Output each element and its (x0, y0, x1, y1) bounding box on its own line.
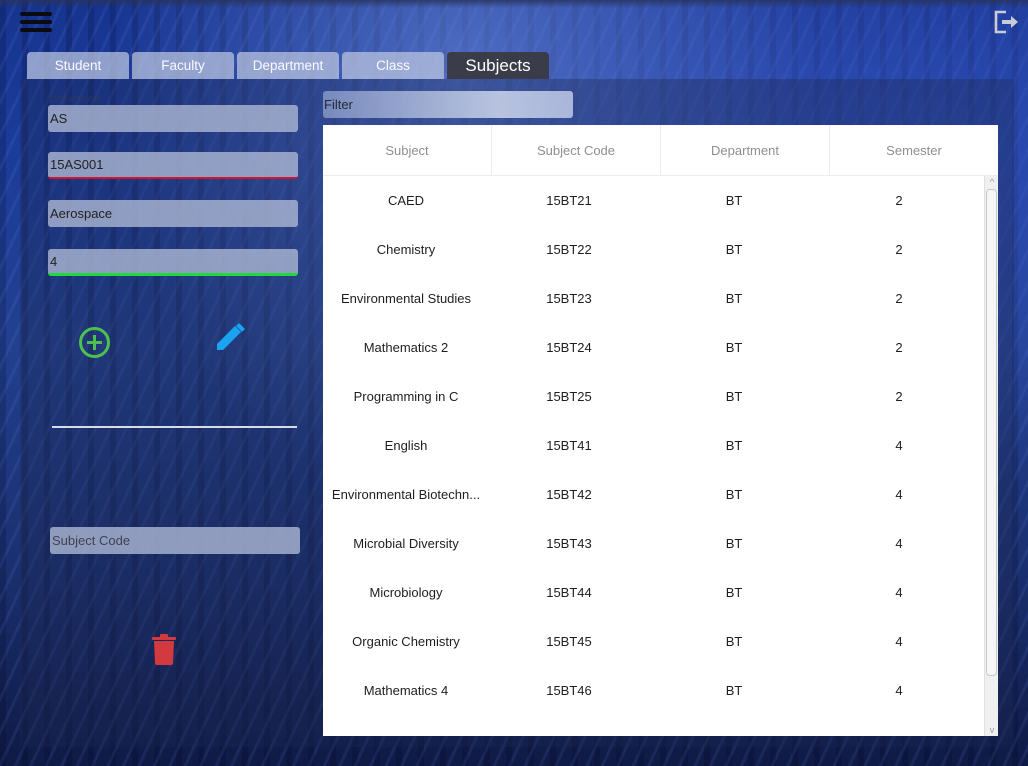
cell-code: 15BT42 (546, 487, 592, 502)
hamburger-menu-icon[interactable] (20, 12, 52, 34)
table-row[interactable]: CAED 15BT21 BT 2 (323, 176, 983, 225)
subject-code-field[interactable] (48, 152, 298, 179)
cell-subject: Mathematics 2 (363, 340, 449, 355)
table-row[interactable]: Microbial Diversity 15BT43 BT 4 (323, 519, 983, 568)
pencil-icon[interactable] (215, 322, 247, 357)
column-header-subject-code[interactable]: Subject Code (492, 125, 661, 175)
tab-faculty[interactable]: Faculty (132, 52, 234, 79)
cell-subject: Chemistry (376, 242, 436, 257)
cell-code: 15BT43 (546, 536, 592, 551)
department-field[interactable] (48, 105, 298, 132)
tab-bar: Student Faculty Department Class Subject… (27, 52, 552, 79)
form-divider (52, 426, 297, 428)
column-header-semester[interactable]: Semester (830, 125, 998, 175)
table-header: Subject Subject Code Department Semester (323, 125, 998, 176)
cell-semester: 2 (895, 242, 903, 257)
table-scrollbar[interactable]: ^ v (984, 176, 998, 736)
semester-field[interactable] (48, 249, 298, 276)
cell-semester: 4 (895, 585, 903, 600)
table-row[interactable]: Environmental Biotechn... 15BT42 BT 4 (323, 470, 983, 519)
subject-name-input[interactable] (50, 206, 298, 221)
cell-subject: Programming in C (353, 389, 459, 404)
table-row-partial (323, 715, 983, 736)
table-row[interactable]: English 15BT41 BT 4 (323, 421, 983, 470)
cell-department: BT (725, 389, 743, 404)
add-circle-icon[interactable] (78, 326, 111, 364)
column-header-subject[interactable]: Subject (323, 125, 492, 175)
scrollbar-thumb[interactable] (986, 189, 997, 676)
cell-code: 15BT44 (546, 585, 592, 600)
cell-code: 15BT41 (546, 438, 592, 453)
cell-code: 15BT25 (546, 389, 592, 404)
cell-semester: 2 (895, 193, 903, 208)
cell-department: BT (725, 585, 743, 600)
cell-code: 15BT45 (546, 634, 592, 649)
scroll-down-arrow-icon[interactable]: v (985, 724, 998, 736)
cell-semester: 2 (895, 291, 903, 306)
cell-semester: 4 (895, 487, 903, 502)
window-top-edge (0, 0, 1028, 8)
menu-bar (20, 20, 52, 24)
cell-department: BT (725, 291, 743, 306)
tab-subjects[interactable]: Subjects (447, 52, 549, 79)
table-row[interactable]: Chemistry 15BT22 BT 2 (323, 225, 983, 274)
trash-icon[interactable] (152, 634, 178, 671)
cell-subject: Environmental Studies (340, 291, 472, 306)
cell-code: 15BT21 (546, 193, 592, 208)
cell-subject: English (384, 438, 428, 453)
cell-department: BT (725, 634, 743, 649)
menu-bar (20, 12, 52, 16)
subjects-table: Subject Subject Code Department Semester… (323, 125, 998, 736)
menu-bar (20, 28, 52, 32)
cell-subject: Mathematics 4 (363, 683, 449, 698)
department-field-label: Department (49, 94, 102, 105)
cell-department: BT (725, 683, 743, 698)
table-row[interactable]: Environmental Studies 15BT23 BT 2 (323, 274, 983, 323)
table-row[interactable]: Organic Chemistry 15BT45 BT 4 (323, 617, 983, 666)
cell-code: 15BT23 (546, 291, 592, 306)
table-row[interactable]: Programming in C 15BT25 BT 2 (323, 372, 983, 421)
cell-subject: Environmental Biotechn... (331, 487, 481, 502)
cell-code: 15BT22 (546, 242, 592, 257)
filter-input[interactable] (324, 97, 573, 112)
scroll-up-arrow-icon[interactable]: ^ (985, 176, 998, 188)
table-row[interactable]: Mathematics 4 15BT46 BT 4 (323, 666, 983, 715)
tab-student[interactable]: Student (27, 52, 129, 79)
cell-semester: 2 (895, 340, 903, 355)
cell-department: BT (725, 340, 743, 355)
cell-subject: Organic Chemistry (352, 634, 460, 649)
delete-subject-code-input[interactable] (52, 533, 300, 548)
table-row[interactable]: Microbiology 15BT44 BT 4 (323, 568, 983, 617)
filter-field[interactable] (323, 91, 573, 118)
table-body: CAED 15BT21 BT 2 Chemistry 15BT22 BT 2 Environme… (323, 176, 983, 736)
column-header-department[interactable]: Department (661, 125, 830, 175)
cell-subject: Microbiology (369, 585, 443, 600)
subject-code-input[interactable] (50, 157, 298, 172)
delete-subject-code-field[interactable] (50, 527, 300, 554)
cell-department: BT (725, 536, 743, 551)
logout-icon[interactable] (992, 8, 1022, 36)
cell-semester: 4 (895, 438, 903, 453)
tab-department[interactable]: Department (237, 52, 339, 79)
cell-semester: 2 (895, 389, 903, 404)
cell-semester: 4 (895, 634, 903, 649)
cell-semester: 4 (895, 683, 903, 698)
semester-input[interactable] (50, 253, 298, 269)
cell-subject: CAED (387, 193, 425, 208)
cell-subject: Microbial Diversity (353, 536, 459, 551)
department-input[interactable] (50, 111, 298, 126)
tab-class[interactable]: Class (342, 52, 444, 79)
cell-code: 15BT46 (546, 683, 592, 698)
cell-department: BT (725, 193, 743, 208)
cell-department: BT (725, 487, 743, 502)
cell-semester: 4 (895, 536, 903, 551)
cell-department: BT (725, 438, 743, 453)
subject-name-field[interactable] (48, 200, 298, 227)
table-row[interactable]: Mathematics 2 15BT24 BT 2 (323, 323, 983, 372)
cell-code: 15BT24 (546, 340, 592, 355)
cell-department: BT (725, 242, 743, 257)
